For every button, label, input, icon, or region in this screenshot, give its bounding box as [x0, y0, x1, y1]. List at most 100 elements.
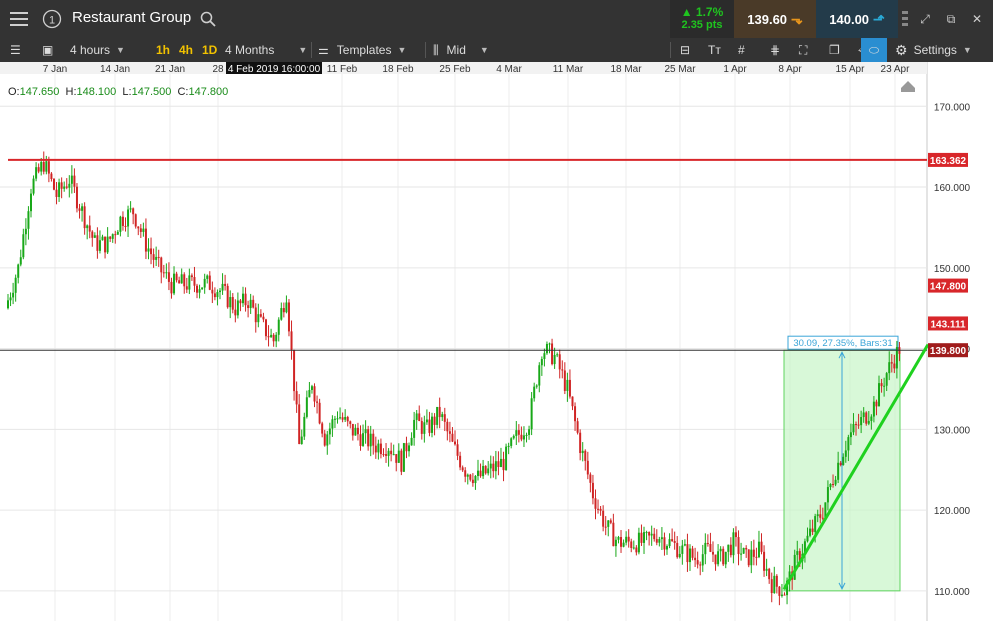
change-percent: ▲ 1.7% — [680, 5, 724, 19]
candle-body — [226, 285, 229, 308]
layout-list-icon[interactable]: ☰ — [10, 38, 21, 62]
interval-1h[interactable]: 1h — [156, 38, 170, 62]
price-chart[interactable]: 7 Jan 14 Jan 21 Jan 28 11 Feb 18 Feb 25 Feb 4 M… — [0, 62, 993, 621]
date-tick-label: 23 Apr — [881, 64, 911, 75]
candle-body — [73, 175, 76, 187]
candle-body — [196, 285, 199, 293]
candle-body — [505, 446, 508, 471]
candle-body — [482, 465, 485, 477]
candle-body — [285, 302, 288, 313]
buy-button[interactable]: 140.00 ⬏ — [816, 0, 898, 38]
range-dropdown[interactable]: 4 Months ▼ — [225, 38, 307, 62]
candle-body — [321, 423, 324, 434]
price-tag-label: 147.800 — [930, 282, 967, 293]
text-size-icon[interactable]: Tт — [708, 38, 721, 62]
popout-icon[interactable]: ⧉ — [940, 0, 962, 38]
candle-body — [745, 547, 748, 550]
candle-body — [387, 450, 390, 456]
layers-icon[interactable]: ❐ — [829, 38, 840, 62]
candle-body — [883, 385, 886, 387]
candle-body — [770, 579, 773, 594]
date-tick-label: 4 Mar — [496, 64, 522, 75]
candle-body — [658, 539, 661, 543]
candle-body — [150, 248, 153, 255]
grid-icon[interactable]: # — [738, 38, 745, 62]
candle-body — [287, 302, 290, 332]
change-percent-value: 1.7% — [695, 5, 724, 19]
crosshair-grid-icon[interactable]: ⋕ — [770, 38, 780, 62]
candle-body — [811, 528, 814, 532]
candle-body — [510, 438, 513, 446]
indicators-icon[interactable]: ⊟ — [680, 38, 690, 62]
candle-body — [106, 236, 109, 253]
caret-down-icon: ▼ — [479, 45, 489, 55]
candle-body — [385, 454, 388, 456]
candle-body — [778, 586, 781, 596]
interval-4h[interactable]: 4h — [179, 38, 193, 62]
candle-body — [147, 248, 150, 252]
candle-body — [91, 231, 94, 238]
chart-type-icon[interactable]: ⛶ — [799, 38, 807, 62]
candle-body — [425, 419, 428, 423]
candle-body — [382, 454, 385, 456]
caret-down-icon: ▼ — [962, 45, 972, 55]
window-scroll-icon[interactable] — [898, 0, 912, 38]
sell-button[interactable]: 139.60 ⬎ — [734, 0, 816, 38]
candle-body — [885, 373, 888, 386]
candle-body — [456, 444, 459, 456]
candle-body — [855, 424, 858, 426]
candle-body — [826, 487, 829, 503]
candle-body — [492, 463, 495, 472]
candle-body — [369, 433, 372, 447]
close-icon[interactable]: ✕ — [966, 0, 988, 38]
settings-dropdown[interactable]: ⚙ Settings ▼ — [895, 38, 972, 62]
candle-body — [502, 458, 505, 471]
candle-body — [137, 226, 140, 229]
price-type-label: Mid — [446, 43, 466, 57]
templates-dropdown[interactable]: ⚌ Templates ▼ — [318, 38, 406, 62]
candle-body — [837, 462, 840, 480]
candle-body — [14, 277, 17, 293]
candle-body — [660, 537, 663, 540]
candle-body — [213, 293, 216, 298]
candle-body — [566, 379, 569, 391]
candle-body — [124, 225, 127, 227]
candle-body — [747, 549, 750, 566]
circle-number-one-icon[interactable]: 1 — [40, 0, 64, 38]
price-type-dropdown[interactable]: ⫼ Mid ▼ — [433, 38, 489, 62]
candle-body — [114, 234, 117, 236]
candle-body — [316, 401, 319, 403]
chart-canvas[interactable]: 7 Jan 14 Jan 21 Jan 28 11 Feb 18 Feb 25 Feb 4 M… — [0, 62, 993, 621]
annotation-tool-icon[interactable]: ⬭ — [861, 38, 887, 62]
candle-body — [890, 362, 893, 364]
candle-body — [581, 450, 584, 454]
candle-body — [471, 479, 474, 484]
candle-body — [888, 362, 891, 374]
date-tick-label: 8 Apr — [778, 64, 802, 75]
candle-body — [83, 206, 86, 229]
candle-body — [643, 532, 646, 543]
date-tick-label: 28 — [212, 64, 224, 75]
candle-body — [525, 434, 528, 436]
hamburger-menu-icon[interactable] — [0, 0, 38, 38]
candle-body — [35, 167, 38, 179]
interval-1d[interactable]: 1D — [202, 38, 217, 62]
chart-layout-icon[interactable]: ▣ — [42, 38, 53, 62]
interval-dropdown[interactable]: 4 hours ▼ — [70, 38, 125, 62]
candle-body — [221, 283, 224, 291]
divider — [670, 42, 671, 58]
candle-body — [579, 432, 582, 454]
search-icon[interactable] — [198, 0, 218, 38]
candle-body — [367, 429, 370, 447]
candle-body — [88, 225, 91, 232]
candle-body — [436, 406, 439, 425]
candle-body — [60, 182, 63, 189]
candle-body — [183, 274, 186, 287]
date-tick-label: 25 Mar — [664, 64, 696, 75]
candle-body — [448, 431, 451, 434]
candle-body — [402, 443, 405, 472]
candle-body — [157, 256, 160, 258]
candle-body — [614, 539, 617, 547]
expand-icon[interactable]: ⤢ — [914, 0, 936, 38]
candle-body — [742, 547, 745, 554]
